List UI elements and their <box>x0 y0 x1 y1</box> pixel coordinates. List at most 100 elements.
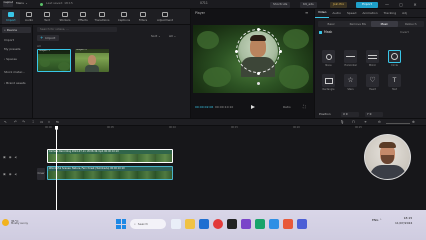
taskbar-clock[interactable]: 18:15 11/07/2024 <box>395 217 412 225</box>
select-cursor-icon[interactable]: ↖ <box>4 120 7 125</box>
mirror-clip-icon[interactable]: ⇋ <box>56 120 59 125</box>
eye-icon[interactable]: ◉ <box>9 155 12 159</box>
close-button[interactable]: ✕ <box>409 1 421 8</box>
mask-option-mirror[interactable]: Mirror <box>363 50 382 67</box>
mask-option-stars[interactable]: ☆ Stars <box>341 74 360 91</box>
tab-speed[interactable]: Speed <box>344 9 359 18</box>
mask-handle-top[interactable] <box>256 27 260 31</box>
tab-video[interactable]: Video <box>315 9 330 18</box>
play-button[interactable] <box>250 105 256 110</box>
delete-icon[interactable]: ▭ <box>40 120 43 125</box>
maximize-button[interactable]: ▢ <box>395 1 407 8</box>
tab-adjustment[interactable]: Adj <box>399 9 410 18</box>
audio-mute-icon[interactable]: ◂) <box>14 172 17 176</box>
tab-audio[interactable]: Audio <box>329 9 344 18</box>
eye-icon[interactable]: ◉ <box>9 172 12 176</box>
mask-option-heart[interactable]: ♡ Heart <box>363 74 382 91</box>
mask-handle-right[interactable] <box>278 49 282 53</box>
user-account-button[interactable]: K9_ads <box>300 1 317 8</box>
subtab-mask[interactable]: Mask <box>371 21 398 27</box>
windows-start-icon[interactable] <box>116 219 126 229</box>
sidebar-item-device[interactable]: • Device <box>2 27 31 33</box>
mask-outline[interactable] <box>236 29 280 73</box>
mask-option-horizontal[interactable]: Horizontal <box>341 50 360 67</box>
ratio-button[interactable]: Ratio <box>283 106 291 109</box>
position-y-input[interactable]: Y 0 <box>365 112 383 117</box>
fullscreen-icon[interactable]: ⛶ <box>303 105 306 109</box>
mask-handle-left[interactable] <box>234 49 238 53</box>
sidebar-item-spaces[interactable]: › Spaces <box>2 56 31 62</box>
filter-all-dropdown[interactable]: All ⌄ <box>169 35 176 38</box>
tool-effects[interactable]: Effects <box>74 10 92 24</box>
sidebar-item-brand[interactable]: › Brand assets <box>2 80 31 86</box>
export-button[interactable]: Export <box>356 1 378 8</box>
sidebar-item-import[interactable]: Import <box>2 37 31 43</box>
shortcuts-button[interactable]: Shortcuts <box>270 1 291 8</box>
join-pro-button[interactable]: Join Pro <box>330 1 348 8</box>
subtab-remove-bg[interactable]: Remove BG <box>345 21 372 27</box>
main-menu[interactable]: Menu ⌄ <box>16 2 28 5</box>
app-icon[interactable] <box>269 219 279 229</box>
mask-option-none[interactable]: None <box>319 50 338 67</box>
minimize-button[interactable]: — <box>381 1 393 8</box>
capcut-icon[interactable] <box>227 219 237 229</box>
video-canvas[interactable] <box>193 25 313 93</box>
taskbar-search[interactable]: ⌕ Search <box>130 219 166 229</box>
tool-filters[interactable]: Filters <box>134 10 152 24</box>
position-x-input[interactable]: X 0 <box>341 112 359 117</box>
lock-icon[interactable]: ▣ <box>3 172 6 176</box>
mask-option-text[interactable]: T Text <box>385 74 404 91</box>
playhead[interactable] <box>56 126 57 210</box>
sidebar-item-presets[interactable]: My presets <box>2 46 31 52</box>
undo-icon[interactable]: ↶ <box>14 120 17 125</box>
mask-handle-bottom[interactable] <box>256 71 260 75</box>
tool-transitions[interactable]: Transitions <box>93 10 111 24</box>
app-icon[interactable] <box>297 219 307 229</box>
cover-button[interactable]: Cover <box>37 168 45 180</box>
invert-toggle[interactable]: Invert <box>400 30 409 34</box>
zoom-slider[interactable] <box>386 122 410 124</box>
project-name[interactable]: 0711 <box>200 2 208 5</box>
tool-adjustment[interactable]: Adjustment <box>153 10 177 24</box>
media-search-input[interactable]: Search for videos, ... <box>37 27 117 32</box>
overlay-clip[interactable]: Camera Recording 2024-07-11 18:06:49.mp4… <box>47 149 173 163</box>
chrome-icon[interactable] <box>213 219 223 229</box>
tool-audio[interactable]: Audio <box>20 10 38 24</box>
tool-text[interactable]: Text <box>38 10 56 24</box>
record-audio-icon[interactable]: 🎙 <box>340 120 344 125</box>
app-icon[interactable] <box>283 219 293 229</box>
sidebar-item-stock[interactable]: Stock mater... <box>2 69 31 75</box>
tool-captions[interactable]: Captions <box>115 10 133 24</box>
tab-tracking[interactable]: Tracking <box>381 9 400 18</box>
player-menu-icon[interactable]: ≡ <box>305 11 308 15</box>
crop-icon[interactable]: ⌗ <box>48 120 50 125</box>
playhead-handle[interactable] <box>54 126 59 130</box>
tool-import[interactable]: Import <box>2 10 20 24</box>
mask-feather-handle[interactable] <box>256 82 260 85</box>
split-icon[interactable]: ⌶ <box>32 120 34 125</box>
tool-stickers[interactable]: Stickers <box>56 10 74 24</box>
edge-icon[interactable] <box>199 219 209 229</box>
lock-icon[interactable]: ▣ <box>3 155 6 159</box>
zoom-out-icon[interactable]: ⊖ <box>378 120 381 125</box>
import-button[interactable]: + Import <box>37 35 59 41</box>
media-thumbnail[interactable]: Subject 1 <box>37 49 71 72</box>
mask-option-circle[interactable]: Circle <box>385 50 404 67</box>
timeline-ruler[interactable]: 00:00 00:05 00:10 00:15 00:20 00:25 <box>45 126 426 131</box>
app-icon[interactable] <box>255 219 265 229</box>
file-explorer-icon[interactable] <box>171 219 181 229</box>
media-thumbnail[interactable]: Subject 2 <box>75 49 109 72</box>
mask-option-rectangle[interactable]: Rectangle <box>319 74 338 91</box>
system-tray[interactable]: ENG ⌃ <box>372 219 382 222</box>
mask-enable-checkbox[interactable] <box>319 31 322 34</box>
redo-icon[interactable]: ↷ <box>22 120 25 125</box>
audio-mute-icon[interactable]: ◂) <box>14 155 17 159</box>
main-clip[interactable]: Wonderful Scenes: Nature, Fern forest (T… <box>47 166 173 180</box>
app-icon[interactable] <box>241 219 251 229</box>
subtab-basic[interactable]: Basic <box>318 21 345 27</box>
magnet-icon[interactable]: ⊓ <box>352 120 355 125</box>
folder-icon[interactable] <box>185 219 195 229</box>
tab-animation[interactable]: Animation <box>359 9 380 18</box>
zoom-in-icon[interactable]: ⊕ <box>412 120 415 125</box>
subtab-retouch[interactable]: Retouch <box>398 21 425 27</box>
